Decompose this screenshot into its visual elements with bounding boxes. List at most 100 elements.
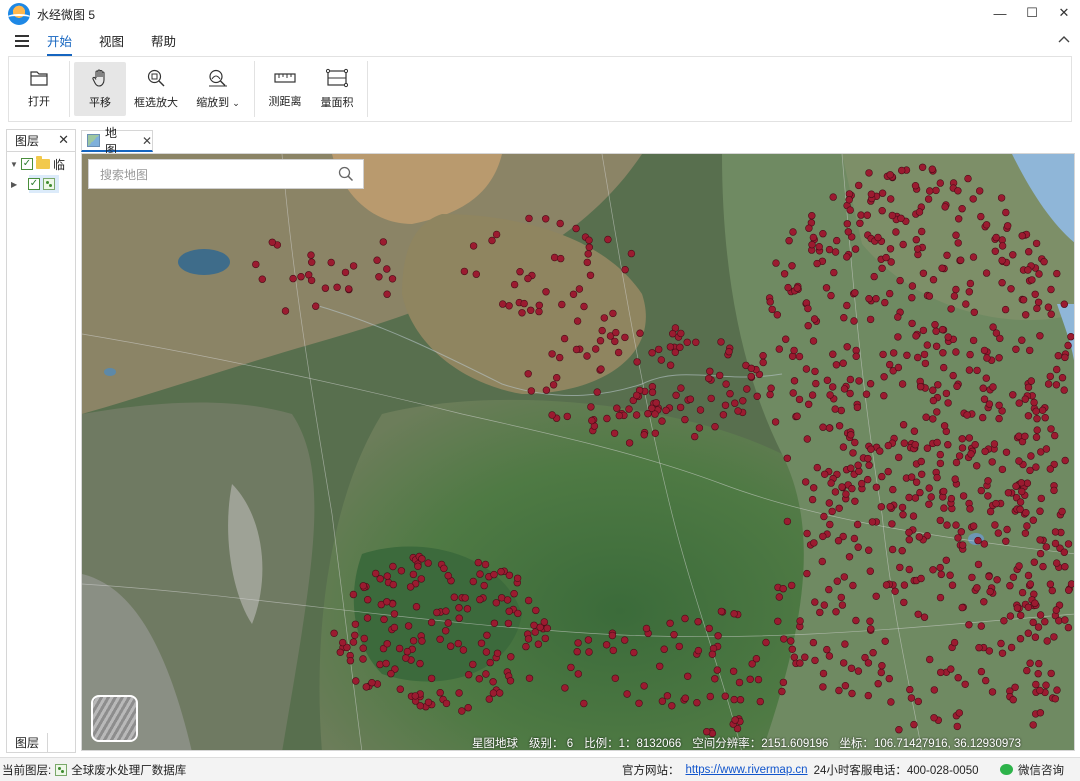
plant-point-marker[interactable]	[469, 577, 477, 586]
plant-point-marker[interactable]	[790, 377, 799, 385]
plant-point-marker[interactable]	[307, 251, 315, 259]
plant-point-marker[interactable]	[1052, 381, 1061, 389]
plant-point-marker[interactable]	[380, 615, 388, 624]
plant-point-marker[interactable]	[1009, 573, 1018, 581]
plant-point-marker[interactable]	[388, 275, 397, 283]
plant-point-marker[interactable]	[1017, 487, 1026, 496]
plant-point-marker[interactable]	[681, 614, 689, 623]
plant-point-marker[interactable]	[866, 380, 875, 388]
plant-point-marker[interactable]	[1024, 266, 1032, 274]
plant-point-marker[interactable]	[657, 356, 665, 364]
plant-point-marker[interactable]	[1058, 374, 1067, 382]
plant-point-marker[interactable]	[433, 608, 441, 617]
plant-point-marker[interactable]	[819, 669, 828, 678]
plant-point-marker[interactable]	[969, 522, 978, 530]
plant-point-marker[interactable]	[843, 301, 851, 310]
plant-point-marker[interactable]	[910, 720, 918, 729]
plant-point-marker[interactable]	[979, 384, 987, 392]
plant-point-marker[interactable]	[775, 593, 783, 601]
plant-point-marker[interactable]	[695, 424, 704, 432]
plant-point-marker[interactable]	[409, 570, 418, 579]
plant-point-marker[interactable]	[436, 635, 444, 643]
plant-point-marker[interactable]	[464, 703, 472, 712]
plant-point-marker[interactable]	[1051, 528, 1060, 536]
plant-point-marker[interactable]	[522, 642, 530, 651]
plant-point-marker[interactable]	[897, 166, 906, 175]
plant-point-marker[interactable]	[556, 353, 564, 362]
plant-point-marker[interactable]	[912, 332, 920, 340]
plant-point-marker[interactable]	[427, 618, 436, 627]
plant-point-marker[interactable]	[790, 346, 798, 355]
plant-point-marker[interactable]	[920, 350, 929, 359]
plant-point-marker[interactable]	[389, 580, 397, 589]
plant-point-marker[interactable]	[936, 179, 944, 187]
plant-point-marker[interactable]	[321, 284, 330, 292]
plant-point-marker[interactable]	[952, 348, 960, 356]
plant-point-marker[interactable]	[936, 450, 944, 459]
pan-button[interactable]: 平移	[74, 62, 126, 116]
plant-point-marker[interactable]	[820, 512, 828, 521]
plant-point-marker[interactable]	[984, 492, 992, 500]
plant-point-marker[interactable]	[711, 423, 719, 431]
plant-point-marker[interactable]	[543, 624, 551, 632]
plant-point-marker[interactable]	[725, 348, 733, 356]
plant-point-marker[interactable]	[652, 399, 660, 407]
plant-point-marker[interactable]	[982, 269, 991, 277]
plant-point-marker[interactable]	[854, 461, 862, 469]
plant-point-marker[interactable]	[819, 423, 827, 431]
plant-point-marker[interactable]	[943, 251, 951, 260]
plant-point-marker[interactable]	[490, 619, 499, 627]
plant-point-marker[interactable]	[677, 329, 685, 338]
plant-point-marker[interactable]	[1036, 332, 1044, 340]
plant-point-marker[interactable]	[916, 383, 925, 391]
plant-point-marker[interactable]	[722, 380, 730, 388]
plant-point-marker[interactable]	[885, 360, 894, 369]
plant-point-marker[interactable]	[379, 238, 387, 246]
plant-point-marker[interactable]	[307, 276, 316, 285]
plant-point-marker[interactable]	[630, 648, 638, 657]
plant-point-marker[interactable]	[878, 206, 886, 215]
plant-point-marker[interactable]	[825, 652, 834, 660]
plant-point-marker[interactable]	[850, 317, 858, 325]
plant-point-marker[interactable]	[966, 279, 975, 288]
plant-point-marker[interactable]	[965, 288, 973, 296]
site-link[interactable]: https://www.rivermap.cn	[686, 764, 808, 776]
plant-point-marker[interactable]	[965, 366, 974, 374]
plant-point-marker[interactable]	[998, 256, 1006, 265]
plant-point-marker[interactable]	[1002, 448, 1011, 456]
plant-point-marker[interactable]	[906, 685, 914, 694]
plant-point-marker[interactable]	[696, 406, 705, 414]
plant-point-marker[interactable]	[929, 415, 937, 423]
plant-point-marker[interactable]	[1034, 623, 1043, 631]
plant-point-marker[interactable]	[981, 447, 989, 456]
plant-point-marker[interactable]	[767, 384, 775, 392]
plant-point-marker[interactable]	[842, 490, 850, 498]
plant-point-marker[interactable]	[912, 235, 920, 244]
plant-point-marker[interactable]	[1047, 425, 1055, 433]
plant-point-marker[interactable]	[1009, 251, 1017, 259]
plant-point-marker[interactable]	[857, 479, 866, 488]
plant-point-marker[interactable]	[359, 655, 367, 663]
plant-point-marker[interactable]	[977, 667, 986, 676]
plant-point-marker[interactable]	[915, 533, 923, 541]
plant-point-marker[interactable]	[839, 359, 847, 367]
plant-point-marker[interactable]	[936, 516, 944, 525]
plant-point-marker[interactable]	[574, 639, 582, 647]
plant-point-marker[interactable]	[651, 429, 659, 437]
plant-point-marker[interactable]	[558, 300, 566, 309]
plant-point-marker[interactable]	[944, 441, 952, 449]
plant-point-marker[interactable]	[837, 593, 845, 602]
plant-point-marker[interactable]	[349, 638, 358, 646]
plant-point-marker[interactable]	[1061, 456, 1069, 465]
plant-point-marker[interactable]	[359, 644, 367, 652]
plant-point-marker[interactable]	[717, 338, 725, 346]
plant-point-marker[interactable]	[954, 673, 962, 682]
plant-point-marker[interactable]	[504, 619, 513, 628]
point-layer-row[interactable]: ▶ ✓	[11, 175, 59, 193]
plant-point-marker[interactable]	[914, 697, 922, 706]
plant-point-marker[interactable]	[455, 604, 463, 612]
plant-point-marker[interactable]	[516, 267, 524, 276]
plant-point-marker[interactable]	[815, 242, 823, 251]
plant-point-marker[interactable]	[414, 562, 422, 570]
plant-point-marker[interactable]	[1031, 599, 1039, 607]
